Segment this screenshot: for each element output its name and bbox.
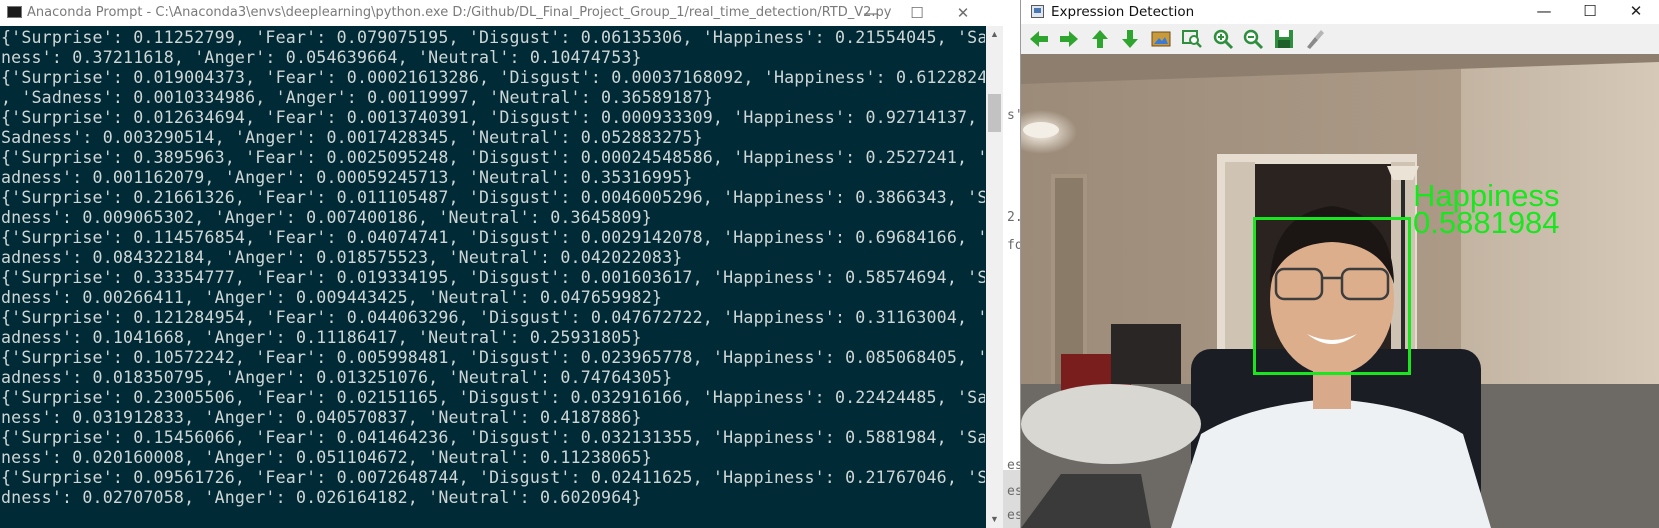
pillows	[1021, 384, 1201, 464]
console-line: {'Surprise': 0.114576854, 'Fear': 0.0407…	[1, 228, 985, 247]
video-frame: Happiness 0.5881984	[1021, 54, 1659, 528]
arrow-down-icon[interactable]	[1118, 27, 1142, 51]
scroll-down-arrow-icon[interactable]: ▼	[986, 511, 1003, 528]
ceiling-light-fixture	[1023, 122, 1059, 138]
save-icon[interactable]	[1272, 27, 1296, 51]
console-output[interactable]: {'Surprise': 0.11252799, 'Fear': 0.07907…	[0, 28, 985, 528]
console-line: ness': 0.37211618, 'Anger': 0.054639664,…	[1, 48, 642, 67]
expression-detection-window: Expression Detection — ☐ ✕ Happiness 0.5…	[1020, 0, 1659, 528]
detection-toolbar	[1021, 24, 1659, 54]
properties-icon[interactable]	[1303, 27, 1327, 51]
console-app-icon	[7, 6, 22, 18]
background-text-fragment: es	[1007, 508, 1020, 523]
console-line: {'Surprise': 0.019004373, 'Fear': 0.0002…	[1, 68, 985, 87]
window-app-icon	[1031, 5, 1044, 18]
console-line: adness': 0.001162079, 'Anger': 0.0005924…	[1, 168, 693, 187]
console-title: Anaconda Prompt - C:\Anaconda3\envs\deep…	[27, 5, 892, 20]
console-line: {'Surprise': 0.21661326, 'Fear': 0.01110…	[1, 188, 985, 207]
console-scrollbar[interactable]: ▲ ▼	[986, 26, 1003, 528]
arrow-right-icon[interactable]	[1057, 27, 1081, 51]
console-line: ness': 0.020160008, 'Anger': 0.051104672…	[1, 448, 652, 467]
close-button[interactable]: ✕	[1613, 0, 1659, 24]
console-line: adness': 0.1041668, 'Anger': 0.11186417,…	[1, 328, 642, 347]
console-line: , 'Sadness': 0.0010334986, 'Anger': 0.00…	[1, 88, 713, 107]
console-line: {'Surprise': 0.09561726, 'Fear': 0.00726…	[1, 468, 985, 487]
console-line: Sadness': 0.003290514, 'Anger': 0.001742…	[1, 128, 703, 147]
arrow-up-icon[interactable]	[1088, 27, 1112, 51]
image-icon[interactable]	[1149, 27, 1173, 51]
console-line: dness': 0.00266411, 'Anger': 0.009443425…	[1, 288, 663, 307]
console-line: {'Surprise': 0.121284954, 'Fear': 0.0440…	[1, 308, 985, 327]
zoom-fit-icon[interactable]	[1180, 27, 1204, 51]
console-line: adness': 0.018350795, 'Anger': 0.0132510…	[1, 368, 673, 387]
maximize-button[interactable]: ☐	[894, 0, 940, 26]
minimize-button[interactable]: —	[848, 0, 894, 26]
console-line: {'Surprise': 0.15456066, 'Fear': 0.04146…	[1, 428, 985, 447]
console-line: {'Surprise': 0.10572242, 'Fear': 0.00599…	[1, 348, 985, 367]
console-titlebar[interactable]: Anaconda Prompt - C:\Anaconda3\envs\deep…	[0, 0, 986, 26]
detection-titlebar[interactable]: Expression Detection — ☐ ✕	[1021, 0, 1659, 24]
minimize-button[interactable]: —	[1521, 0, 1567, 24]
console-window: Anaconda Prompt - C:\Anaconda3\envs\deep…	[0, 0, 986, 528]
scroll-up-arrow-icon[interactable]: ▲	[986, 26, 1003, 43]
console-line: {'Surprise': 0.23005506, 'Fear': 0.02151…	[1, 388, 985, 407]
emotion-score: 0.5881984	[1413, 205, 1560, 240]
console-line: {'Surprise': 0.33354777, 'Fear': 0.01933…	[1, 268, 985, 287]
background-text-fragment: s'	[1007, 108, 1020, 123]
console-line: ness': 0.031912833, 'Anger': 0.040570837…	[1, 408, 642, 427]
console-line: adness': 0.084322184, 'Anger': 0.0185755…	[1, 248, 683, 267]
backpack	[1111, 324, 1181, 384]
detection-title: Expression Detection	[1051, 4, 1195, 20]
console-line: {'Surprise': 0.3895963, 'Fear': 0.002509…	[1, 148, 985, 167]
face-detection-box	[1253, 217, 1411, 375]
arrow-left-icon[interactable]	[1027, 27, 1051, 51]
background-window-sliver: s' 2. fo es es es	[1003, 0, 1020, 528]
console-line: {'Surprise': 0.012634694, 'Fear': 0.0013…	[1, 108, 985, 127]
console-line: {'Surprise': 0.11252799, 'Fear': 0.07907…	[1, 28, 985, 47]
background-text-fragment: es	[1007, 484, 1020, 499]
background-text-fragment: fo	[1007, 238, 1020, 253]
zoom-out-icon[interactable]	[1241, 27, 1265, 51]
console-line: dness': 0.009065302, 'Anger': 0.00740018…	[1, 208, 652, 227]
close-button[interactable]: ✕	[940, 0, 986, 26]
background-text-fragment: 2.	[1007, 210, 1020, 225]
background-text-fragment: es	[1007, 458, 1020, 473]
scrollbar-thumb[interactable]	[988, 94, 1001, 132]
maximize-button[interactable]: ☐	[1567, 0, 1613, 24]
console-line: dness': 0.02707058, 'Anger': 0.026164182…	[1, 488, 642, 507]
zoom-in-icon[interactable]	[1211, 27, 1235, 51]
